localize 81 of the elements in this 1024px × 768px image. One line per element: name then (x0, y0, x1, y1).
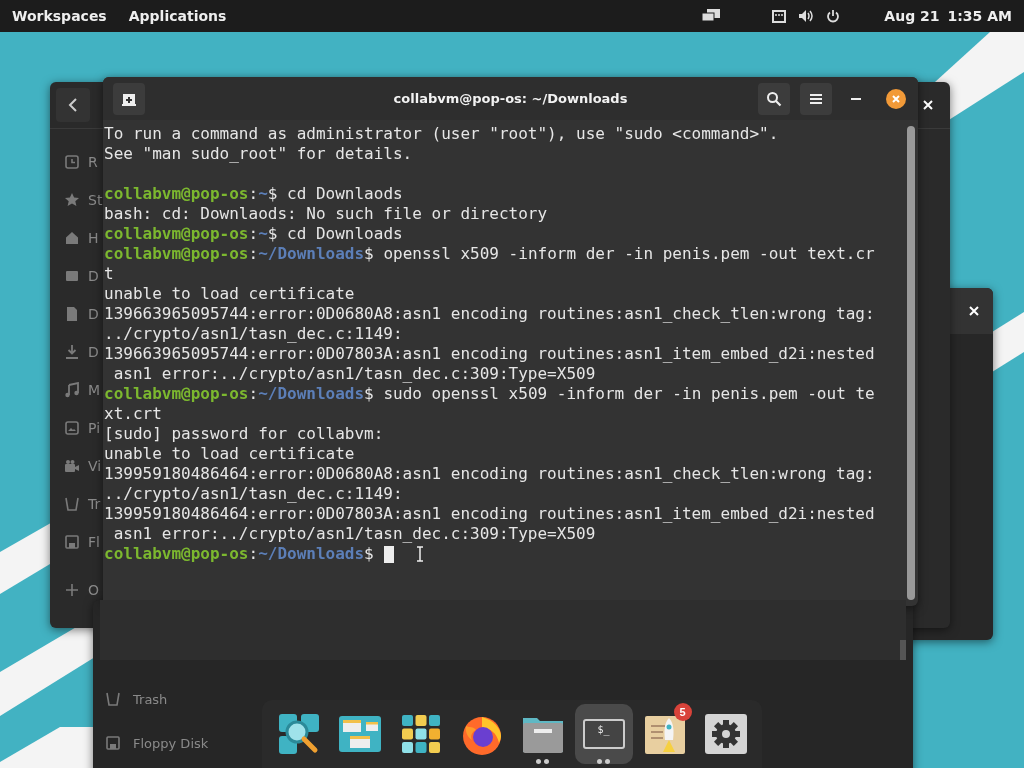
sidebar-item[interactable]: M (88, 382, 101, 398)
window-title: collabvm@pop-os: ~/Downloads (393, 91, 628, 106)
plus-icon (64, 582, 80, 598)
star-icon (64, 192, 80, 208)
sidebar-item[interactable]: O (88, 582, 100, 598)
sidebar-item[interactable]: D (88, 268, 99, 284)
sidebar-item[interactable]: D (88, 306, 99, 322)
applications-menu[interactable]: Applications (128, 8, 227, 24)
scrollbar[interactable] (907, 126, 915, 600)
home-icon (64, 230, 80, 246)
floppy-icon (105, 735, 121, 751)
minimize-icon (850, 96, 862, 101)
close-icon (891, 93, 901, 104)
new-tab-button[interactable] (113, 82, 145, 115)
notification-badge: 5 (673, 703, 692, 721)
image-icon (64, 420, 80, 436)
terminal-output: asn1 error:../crypto/asn1/tasn_dec.c:309:Type=X509 (112, 364, 596, 384)
sidebar-item[interactable]: Vi (88, 458, 102, 474)
terminal-output: t (104, 264, 114, 284)
camera-icon (64, 458, 80, 474)
terminal-output: unable to load certificate (104, 284, 355, 304)
sidebar-item[interactable]: R (88, 154, 98, 170)
new-tab-icon (121, 91, 137, 106)
trash-icon (105, 691, 121, 707)
close-button[interactable] (923, 100, 933, 110)
terminal-prompt: collabvm@pop-os:~$ cd Downloads (104, 224, 403, 244)
terminal-output: unable to load certificate (104, 444, 355, 464)
terminal-output: 139663965095744:error:0D07803A:asn1 encoding routines:asn1_item_embed_d2i:nested (104, 344, 875, 364)
terminal-output: 139663965095744:error:0D0680A8:asn1 encoding routines:asn1_check_tlen:wrong tag: (104, 304, 875, 324)
sidebar-item[interactable]: Trash (133, 691, 168, 707)
clock[interactable]: Aug 21 1:35 AM (884, 8, 1012, 24)
network-icon[interactable] (772, 9, 787, 23)
sidebar-item[interactable]: Tr (88, 496, 101, 512)
sidebar-item[interactable]: Fl (88, 534, 100, 550)
terminal-output: ../crypto/asn1/tasn_dec.c:1149: (104, 484, 403, 504)
download-icon (64, 344, 80, 360)
terminal-output: 139959180486464:error:0D0680A8:asn1 encoding routines:asn1_check_tlen:wrong tag: (104, 464, 875, 484)
sidebar-item[interactable]: H (88, 230, 99, 246)
terminal-prompt: collabvm@pop-os:~/Downloads$ sudo openssl x509 -inform der -in penis.pem -out te (104, 384, 875, 404)
display-icon[interactable] (702, 9, 721, 23)
terminal-prompt: collabvm@pop-os:~$ cd Downlaods (104, 184, 403, 204)
terminal-prompt: collabvm@pop-os:~/Downloads$ openssl x509 -inform der -in penis.pem -out text.cr (104, 244, 875, 264)
sidebar-item[interactable]: Floppy Disk (133, 735, 209, 751)
terminal-output: asn1 error:../crypto/asn1/tasn_dec.c:309:Type=X509 (112, 524, 596, 544)
terminal-icon[interactable]: $_ (582, 719, 625, 749)
search-button[interactable] (758, 82, 790, 115)
search-icon (766, 90, 782, 107)
sidebar-item[interactable]: St (88, 192, 103, 208)
dock-item[interactable]: 5 (635, 704, 694, 764)
volume-icon[interactable] (798, 9, 815, 23)
floppy-icon (64, 534, 80, 550)
terminal-output: [sudo] password for collabvm: (104, 424, 384, 444)
workspaces-menu[interactable]: Workspaces (12, 8, 107, 24)
terminal-output: ../crypto/asn1/tasn_dec.c:1149: (104, 324, 403, 344)
terminal-output: xt.crt (104, 404, 162, 424)
chevron-left-icon (68, 97, 78, 113)
sidebar-item[interactable]: Pi (88, 420, 101, 436)
power-icon[interactable] (826, 9, 841, 23)
terminal-output: See "man sudo_root" for details. (104, 144, 413, 164)
scrollbar[interactable] (900, 640, 906, 660)
terminal-prompt: collabvm@pop-os:~/Downloads$ (104, 544, 374, 564)
gear-icon[interactable] (703, 712, 748, 756)
close-icon (923, 100, 933, 110)
close-button[interactable] (969, 306, 979, 316)
music-icon (64, 382, 80, 398)
terminal-output: bash: cd: Downlaods: No such file or directory (104, 204, 548, 224)
terminal-output: To run a command as administrator (user "root"), use "sudo <command>". (104, 124, 779, 144)
i-beam-pointer-icon (415, 546, 424, 562)
terminal-output: 139959180486464:error:0D07803A:asn1 encoding routines:asn1_item_embed_d2i:nested (104, 504, 875, 524)
trash-icon (64, 496, 80, 512)
desktop-icon (64, 268, 80, 284)
sidebar-item[interactable]: D (88, 344, 99, 360)
back-button[interactable] (56, 88, 90, 122)
menu-icon (809, 92, 823, 105)
clock-icon (64, 154, 80, 170)
close-icon (969, 306, 979, 316)
menu-button[interactable] (800, 82, 832, 115)
document-icon (64, 306, 80, 322)
close-button[interactable] (886, 88, 906, 109)
dock-item[interactable]: $_ (574, 704, 633, 764)
search-icon[interactable] (276, 712, 321, 756)
